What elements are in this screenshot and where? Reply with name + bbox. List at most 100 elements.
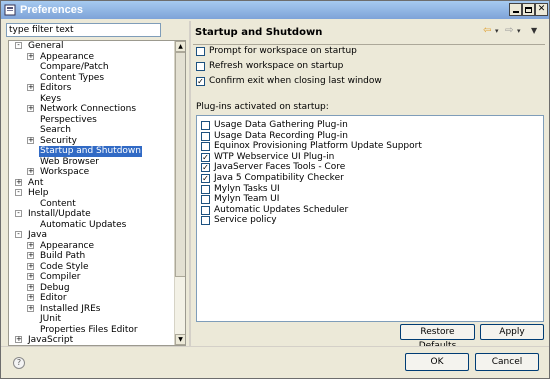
expand-icon[interactable]: + <box>27 52 34 60</box>
tree-item[interactable]: + Network Connections <box>9 104 175 115</box>
tree-item[interactable]: + Appearance <box>9 241 175 252</box>
checkbox[interactable] <box>201 205 210 215</box>
plugin-item[interactable]: Service policy <box>201 215 531 226</box>
scroll-thumb[interactable] <box>175 52 185 277</box>
tree-item[interactable]: + Appearance <box>9 52 175 63</box>
expand-icon[interactable]: + <box>27 136 34 144</box>
expand-icon[interactable]: + <box>27 273 34 280</box>
expand-icon[interactable]: + <box>27 252 34 259</box>
tree-item-label: Web Browser <box>40 156 99 167</box>
collapse-icon[interactable]: - <box>15 42 22 49</box>
minimize-button[interactable] <box>509 3 522 16</box>
expand-icon[interactable]: + <box>27 241 34 249</box>
plugin-item[interactable]: Mylyn Tasks UI <box>201 184 531 195</box>
tree-item[interactable]: + Workspace <box>9 167 175 178</box>
forward-dropdown-icon[interactable]: ▾ <box>517 25 521 37</box>
scroll-up-icon[interactable]: ▲ <box>175 41 185 52</box>
view-menu-icon[interactable]: ▼ <box>531 25 537 37</box>
tree-item[interactable]: Content Types <box>9 73 175 84</box>
startup-option[interactable]: Prompt for workspace on startup <box>196 46 446 58</box>
tree-item[interactable]: - Java <box>9 230 175 241</box>
plugin-list[interactable]: Usage Data Gathering Plug-in Usage Data R… <box>196 115 544 322</box>
maximize-button[interactable] <box>522 3 535 16</box>
checkbox[interactable] <box>201 131 210 141</box>
help-icon[interactable]: ? <box>13 357 25 369</box>
tree-item[interactable]: Perspectives <box>9 115 175 126</box>
plugin-item[interactable]: ✓ Java 5 Compatibility Checker <box>201 173 531 184</box>
tree-item[interactable]: Properties Files Editor <box>9 325 175 336</box>
plugin-item[interactable]: Automatic Updates Scheduler <box>201 205 531 216</box>
expand-icon[interactable]: + <box>27 105 34 112</box>
checkbox[interactable] <box>196 47 205 56</box>
back-arrow-icon[interactable]: ⇦ <box>483 25 491 37</box>
title-bar[interactable]: Preferences ✕ <box>1 1 549 19</box>
startup-option[interactable]: ✓ Confirm exit when closing last window <box>196 76 446 88</box>
expand-icon[interactable]: + <box>15 336 22 343</box>
preferences-window: Preferences ✕ -General+AppearanceCompare… <box>0 0 550 379</box>
expand-icon[interactable]: + <box>15 178 22 186</box>
expand-icon[interactable]: + <box>27 294 34 301</box>
tree-item-label: Debug <box>40 282 70 293</box>
forward-arrow-icon[interactable]: ⇨ <box>505 25 513 37</box>
tree-item[interactable]: Content <box>9 199 175 210</box>
expand-icon[interactable]: + <box>27 84 34 91</box>
tree-item[interactable]: + Security <box>9 136 175 147</box>
tree-item[interactable]: + Compiler <box>9 272 175 283</box>
tree-item[interactable]: JUnit <box>9 314 175 325</box>
restore-defaults-button[interactable]: Restore Defaults <box>400 324 475 351</box>
tree-item[interactable]: + Build Path <box>9 251 175 262</box>
tree-item[interactable]: Keys <box>9 94 175 105</box>
collapse-icon[interactable]: - <box>15 231 22 238</box>
checkbox-checked[interactable]: ✓ <box>201 174 210 183</box>
tree-item[interactable]: + Code Style <box>9 262 175 273</box>
tree-item[interactable]: + Editor <box>9 293 175 304</box>
preference-tree[interactable]: - General + Appearance Compare/Patch Content … <box>8 40 186 346</box>
checkbox-checked[interactable]: ✓ <box>196 77 205 86</box>
tree-item[interactable]: - Install/Update <box>9 209 175 220</box>
checkbox-checked[interactable]: ✓ <box>201 152 210 162</box>
checkbox[interactable] <box>201 216 210 226</box>
tree-item[interactable]: + JavaScript <box>9 335 175 345</box>
checkbox[interactable] <box>201 121 210 130</box>
tree-item[interactable]: Search <box>9 125 175 136</box>
cancel-button[interactable]: Cancel <box>475 353 539 371</box>
tree-item-label: Ant <box>28 177 44 188</box>
scroll-down-icon[interactable]: ▼ <box>175 334 185 345</box>
expand-icon[interactable]: + <box>27 262 34 270</box>
checkbox[interactable] <box>201 195 210 205</box>
filter-input[interactable] <box>6 23 161 37</box>
expand-icon[interactable]: + <box>27 304 34 312</box>
tree-item[interactable]: + Editors <box>9 83 175 94</box>
tree-item[interactable]: + Ant <box>9 178 175 189</box>
plugin-item[interactable]: ✓ JavaServer Faces Tools - Core <box>201 162 531 173</box>
startup-option[interactable]: Refresh workspace on startup <box>196 61 446 73</box>
checkbox-checked[interactable]: ✓ <box>201 163 210 173</box>
tree-item[interactable]: + Debug <box>9 283 175 294</box>
checkbox[interactable] <box>201 142 210 152</box>
tree-item[interactable]: Compare/Patch <box>9 62 175 73</box>
plugin-item[interactable]: Usage Data Gathering Plug-in <box>201 120 531 131</box>
ok-button[interactable]: OK <box>405 353 469 371</box>
collapse-icon[interactable]: - <box>15 189 22 196</box>
plugin-item[interactable]: ✓ WTP Webservice UI Plug-in <box>201 152 531 163</box>
plugin-item[interactable]: Mylyn Team UI <box>201 194 531 205</box>
expand-icon[interactable]: + <box>27 283 34 291</box>
back-dropdown-icon[interactable]: ▾ <box>495 25 499 37</box>
apply-button[interactable]: Apply <box>480 324 544 340</box>
tree-item-label: Installed JREs <box>40 303 101 314</box>
tree-item[interactable]: Automatic Updates <box>9 220 175 231</box>
checkbox[interactable] <box>201 184 210 194</box>
close-button[interactable]: ✕ <box>535 3 548 16</box>
tree-item[interactable]: - Help <box>9 188 175 199</box>
checkbox[interactable] <box>196 62 205 71</box>
tree-item[interactable]: Startup and Shutdown <box>9 146 175 157</box>
collapse-icon[interactable]: - <box>15 210 22 217</box>
plugin-item[interactable]: Equinox Provisioning Platform Update Sup… <box>201 141 531 152</box>
tree-item[interactable]: - General <box>9 41 175 52</box>
tree-scrollbar[interactable]: ▲ ▼ <box>174 41 185 345</box>
tree-item[interactable]: Web Browser <box>9 157 175 168</box>
plugin-item[interactable]: Usage Data Recording Plug-in <box>201 131 531 142</box>
tree-item-label: JUnit <box>40 314 61 324</box>
tree-item[interactable]: + Installed JREs <box>9 304 175 315</box>
expand-icon[interactable]: + <box>27 168 34 175</box>
